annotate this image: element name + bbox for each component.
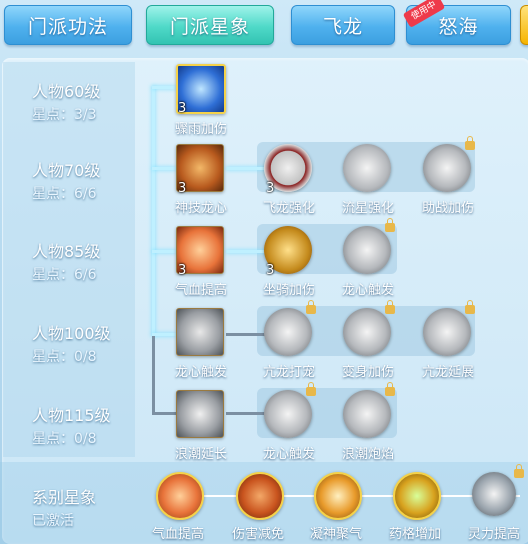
wave-icon bbox=[343, 390, 391, 438]
lock-icon bbox=[385, 382, 395, 396]
skill-node-dragon-extend[interactable] bbox=[423, 300, 475, 358]
level-name: 人物85级 bbox=[32, 242, 101, 261]
series-label: 气血提高 bbox=[151, 527, 204, 542]
level-points: 星点：6/6 bbox=[32, 186, 97, 202]
connector-line bbox=[152, 86, 176, 89]
skill-node-dragon-heart[interactable]: 3 bbox=[176, 144, 226, 196]
skill-node-wave-cannon[interactable] bbox=[343, 382, 395, 440]
skill-label: 亢龙打宠 bbox=[262, 365, 315, 380]
connector-line-locked bbox=[152, 336, 155, 414]
skill-node-wave-dragon-trigger[interactable] bbox=[264, 382, 316, 440]
skill-count: 3 bbox=[178, 181, 187, 196]
level-points: 星点：3/3 bbox=[32, 107, 97, 123]
skill-node-meteor[interactable] bbox=[343, 144, 393, 194]
skill-label: 坐骑加伤 bbox=[262, 283, 315, 298]
tab-flying-dragon[interactable]: 飞龙 bbox=[291, 5, 395, 45]
tab-sect-skills[interactable]: 门派功法 bbox=[4, 5, 132, 45]
connector-line bbox=[152, 167, 176, 170]
dragon-extend-icon bbox=[423, 308, 471, 356]
series-node-spirit[interactable] bbox=[472, 464, 524, 522]
skill-label: 气血提高 bbox=[174, 283, 227, 298]
lock-icon bbox=[385, 218, 395, 232]
series-node-medicine[interactable] bbox=[393, 472, 443, 522]
focus-icon bbox=[314, 472, 362, 520]
skill-node-dragon-trigger[interactable] bbox=[343, 218, 395, 276]
spirit-icon bbox=[472, 472, 516, 516]
series-title: 系别星象 bbox=[32, 488, 97, 507]
assist-damage-icon bbox=[423, 144, 471, 192]
skill-label: 骤雨加伤 bbox=[174, 122, 227, 137]
skill-label: 助战加伤 bbox=[421, 201, 474, 216]
series-label: 灵力提高 bbox=[467, 527, 520, 542]
lock-icon bbox=[306, 300, 316, 314]
damage-reduce-icon bbox=[236, 472, 284, 520]
skill-label: 浪潮炮焰 bbox=[341, 447, 394, 462]
series-status: 已激活 bbox=[32, 513, 74, 529]
lock-icon bbox=[385, 300, 395, 314]
skill-count: 3 bbox=[178, 263, 187, 278]
skill-label: 飞龙强化 bbox=[262, 201, 315, 216]
transform-icon bbox=[343, 308, 391, 356]
skill-node-flying-dragon[interactable]: 3 bbox=[264, 144, 314, 196]
lock-icon bbox=[514, 464, 524, 478]
skill-node-transform-damage[interactable] bbox=[343, 300, 395, 358]
connector-line bbox=[152, 250, 176, 253]
skill-node-mount-damage[interactable]: 3 bbox=[264, 226, 314, 278]
connector-line bbox=[152, 86, 155, 336]
connector-line-locked bbox=[226, 333, 266, 336]
tab-label: 门派星象 bbox=[169, 15, 250, 38]
level-points: 星点：6/6 bbox=[32, 267, 97, 283]
level-name: 人物60级 bbox=[32, 82, 101, 101]
series-node-health[interactable] bbox=[156, 472, 206, 522]
tab-label: 飞龙 bbox=[322, 15, 363, 38]
tab-extra[interactable] bbox=[520, 5, 528, 45]
tab-sect-stars[interactable]: 门派星象 bbox=[146, 5, 274, 45]
wave-icon bbox=[176, 390, 224, 438]
dragon-trigger-icon bbox=[176, 308, 224, 356]
meteor-icon bbox=[343, 144, 391, 192]
connector-line-locked bbox=[152, 412, 176, 415]
skill-count: 3 bbox=[178, 101, 187, 116]
dragon-pet-icon bbox=[264, 308, 312, 356]
medicine-icon bbox=[393, 472, 441, 520]
tab-label: 门派功法 bbox=[27, 15, 108, 38]
level-name: 人物100级 bbox=[32, 324, 111, 343]
skill-node-wave-extend[interactable] bbox=[176, 390, 226, 440]
skill-label: 龙心触发 bbox=[262, 447, 315, 462]
series-node-damage-reduce[interactable] bbox=[236, 472, 286, 522]
skill-label: 龙心触发 bbox=[341, 283, 394, 298]
level-points: 星点：0/8 bbox=[32, 349, 97, 365]
lock-icon bbox=[465, 300, 475, 314]
skill-node-health-boost[interactable]: 3 bbox=[176, 226, 226, 278]
series-node-focus[interactable] bbox=[314, 472, 364, 522]
connector-line bbox=[226, 250, 266, 253]
level-name: 人物115级 bbox=[32, 406, 111, 425]
skill-node-dragon-pet[interactable] bbox=[264, 300, 316, 358]
wave-icon bbox=[264, 390, 312, 438]
connector-line-locked bbox=[226, 412, 266, 415]
dragon-trigger-icon bbox=[343, 226, 391, 274]
series-label: 药格增加 bbox=[388, 527, 441, 542]
series-label: 伤害减免 bbox=[231, 527, 284, 542]
connector-line bbox=[152, 333, 176, 336]
lock-icon bbox=[465, 136, 475, 150]
skill-node-assist-damage[interactable] bbox=[423, 136, 475, 194]
skill-label: 流星强化 bbox=[341, 201, 394, 216]
skill-label: 龙心触发 bbox=[174, 365, 227, 380]
skill-label: 亢龙延展 bbox=[421, 365, 474, 380]
series-label: 凝神聚气 bbox=[309, 527, 362, 542]
level-name: 人物70级 bbox=[32, 161, 101, 180]
heart-icon bbox=[156, 472, 204, 520]
skill-node-dragon-trigger-main[interactable] bbox=[176, 308, 226, 358]
skill-count: 3 bbox=[266, 181, 275, 196]
skill-label: 变身加伤 bbox=[341, 365, 394, 380]
lock-icon bbox=[306, 382, 316, 396]
skill-label: 神技龙心 bbox=[174, 201, 227, 216]
connector-line bbox=[226, 167, 266, 170]
tab-label: 怒海 bbox=[438, 15, 479, 38]
level-points: 星点：0/8 bbox=[32, 431, 97, 447]
skill-node-rain-damage[interactable]: 3 bbox=[176, 64, 226, 116]
skill-label: 浪潮延长 bbox=[174, 447, 227, 462]
skill-count: 3 bbox=[266, 263, 275, 278]
